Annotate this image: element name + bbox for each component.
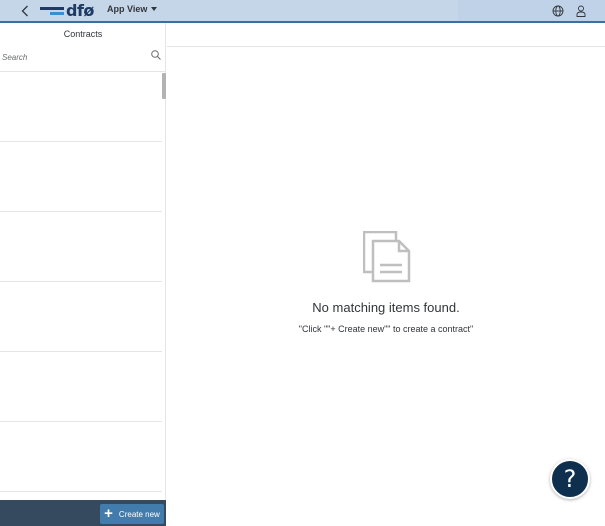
list-item[interactable] [0,282,162,352]
logo-bars [40,7,64,15]
list-item[interactable] [0,212,162,282]
caret-down-icon [151,7,158,11]
empty-state-title: No matching items found. [312,300,460,315]
list-item[interactable] [0,422,162,492]
list-item[interactable] [0,72,162,142]
app-view-menu[interactable]: App View [107,4,158,14]
logo-text: dfø [66,1,94,20]
master-footer: + Create new [0,500,166,526]
dfo-logo: dfø [40,2,94,20]
detail-pane: No matching items found. "Click ""+ Crea… [167,23,605,526]
help-icon: ? [563,465,577,493]
list-scrollbar[interactable] [162,73,166,99]
create-new-button[interactable]: + Create new [100,504,164,524]
create-new-label: Create new [118,509,160,519]
list-item[interactable] [0,142,162,212]
search-field [0,47,166,67]
document-icon [363,231,411,283]
back-button[interactable] [17,2,33,20]
search-input[interactable] [2,51,142,63]
empty-state-description: "Click ""+ Create new"" to create a cont… [298,324,474,334]
contracts-list [0,71,166,501]
plus-icon: + [104,505,113,522]
chevron-left-icon [21,5,28,17]
user-icon [576,5,586,17]
master-title: Contracts [63,29,103,39]
help-button[interactable]: ? [550,459,590,499]
shell-bar: dfø App View [0,0,605,23]
app-view-label: App View [107,4,148,14]
master-pane: Contracts + Create new [0,23,166,526]
detail-header [167,23,605,47]
search-icon[interactable] [150,49,162,61]
globe-icon [552,5,564,17]
user-button[interactable] [573,3,589,19]
language-button[interactable] [550,3,566,19]
list-item[interactable] [0,352,162,422]
